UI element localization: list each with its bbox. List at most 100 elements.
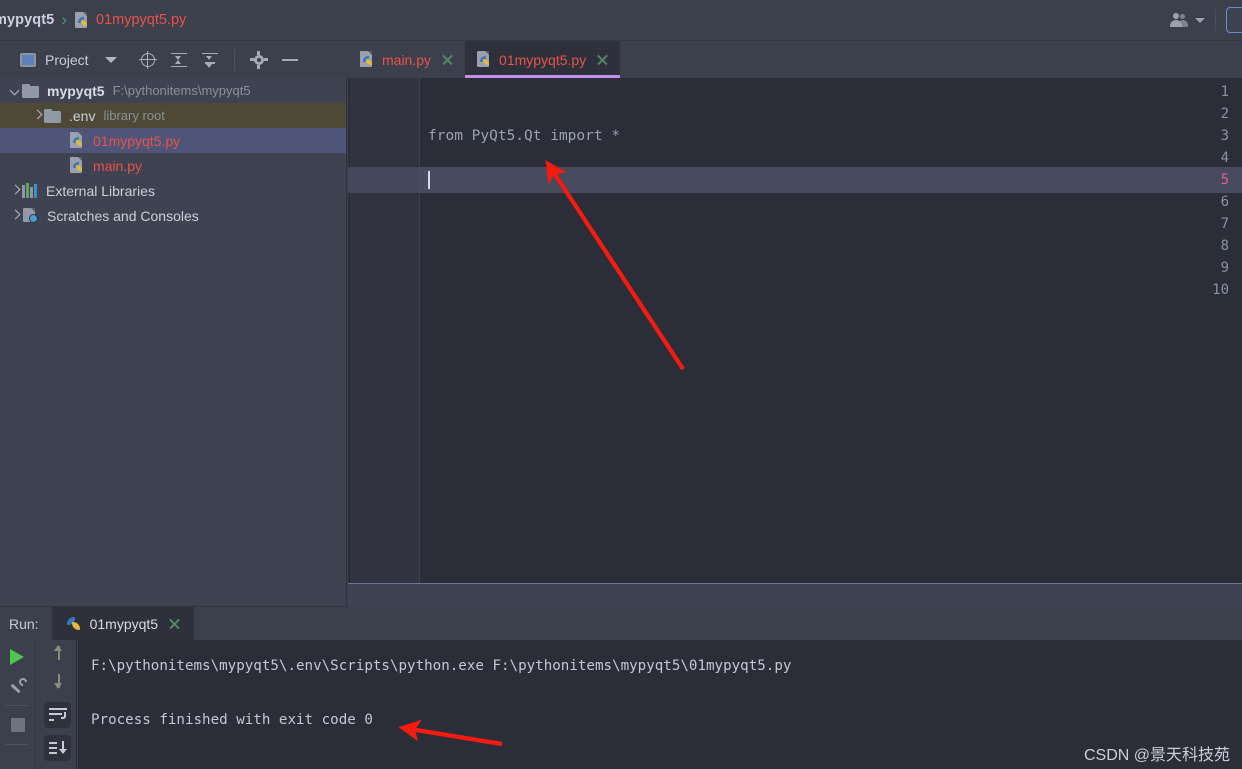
wrench-icon (9, 676, 29, 696)
minus-icon[interactable] (281, 51, 299, 69)
run-tab[interactable]: 01mypyqt5 (51, 607, 195, 640)
run-panel: Run: 01mypyqt5 F:\pythonitems\mypyqt5\.e… (0, 607, 1242, 769)
line-number: 6 (1220, 194, 1229, 210)
breadcrumb-item-file[interactable]: 01mypyqt5.py (75, 0, 186, 40)
run-tab-label: 01mypyqt5 (89, 615, 159, 632)
divider (5, 705, 29, 706)
crosshair-locate-icon[interactable] (138, 50, 157, 69)
divider (5, 744, 29, 745)
tree-item-label: .env (69, 107, 96, 124)
project-window-icon (20, 52, 36, 67)
project-tree[interactable]: mypyqt5 F:\pythonitems\mypyqt5 .env library… (0, 78, 347, 606)
rerun-button[interactable] (3, 644, 33, 670)
divider (1215, 9, 1216, 31)
console-line: F:\pythonitems\mypyqt5\.env\Scripts\pyth… (91, 658, 792, 674)
tree-item-scratches-and-consoles[interactable]: Scratches and Consoles (0, 203, 346, 228)
code-line[interactable]: from PyQt5.Qt import * (428, 125, 620, 147)
close-icon[interactable] (168, 617, 181, 630)
python-file-icon (70, 157, 85, 174)
close-icon[interactable] (441, 53, 454, 66)
pycharm-window: mypyqt5 › 01mypyqt5.py Project mypyqt5 F… (0, 0, 1242, 769)
chevron-down-icon[interactable] (104, 56, 117, 63)
breadcrumb-item-project[interactable]: mypyqt5 (0, 0, 54, 40)
scroll-to-end-icon (49, 741, 67, 755)
tree-item-sublabel: F:\pythonitems\mypyqt5 (112, 83, 251, 98)
python-file-icon (75, 11, 90, 29)
current-line-gutter-highlight (348, 167, 420, 193)
line-number: 10 (1212, 282, 1229, 298)
stop-button[interactable] (3, 712, 33, 738)
tree-item-label: mypyqt5 (47, 82, 105, 99)
python-file-icon (360, 51, 375, 68)
arrow-up-icon (50, 644, 68, 662)
gear-icon[interactable] (249, 50, 268, 69)
run-actions-toolbar (0, 640, 36, 769)
run-console-output[interactable]: F:\pythonitems\mypyqt5\.env\Scripts\pyth… (78, 640, 1242, 769)
libraries-icon (22, 183, 38, 198)
project-panel-toolbar (138, 48, 299, 71)
expand-all-icon[interactable] (170, 51, 188, 69)
edit-configuration-button[interactable] (3, 674, 33, 700)
line-number: 8 (1220, 238, 1229, 254)
breadcrumb-right-controls (1170, 0, 1242, 40)
tree-item-label: 01mypyqt5.py (93, 132, 181, 149)
scratches-icon (22, 207, 39, 224)
tree-arrow-placeholder (56, 159, 70, 173)
folder-icon (44, 108, 61, 123)
python-file-icon (70, 132, 85, 149)
editor-gutter[interactable] (348, 78, 420, 583)
tree-item-label: Scratches and Consoles (47, 207, 199, 224)
line-number: 4 (1220, 150, 1229, 166)
tree-item-main-py[interactable]: main.py (0, 153, 346, 178)
divider (233, 48, 235, 71)
code-editor[interactable]: 1 2 3 4 5 6 7 8 9 10 from PyQt5.Qt import * (348, 78, 1242, 583)
arrow-down-icon (50, 672, 68, 690)
project-panel-title: Project (45, 51, 89, 68)
tree-item-env[interactable]: .env library root (0, 103, 346, 128)
tree-item-label: External Libraries (46, 182, 155, 199)
collapse-all-icon[interactable] (201, 51, 219, 69)
chevron-right-icon[interactable] (30, 109, 44, 123)
project-panel-title-group[interactable]: Project (0, 52, 117, 68)
line-number: 2 (1220, 106, 1229, 122)
tree-item-01mypyqt5-py[interactable]: 01mypyqt5.py (0, 128, 346, 153)
play-icon (10, 649, 24, 665)
line-number: 1 (1220, 84, 1229, 100)
tree-item-sublabel: library root (103, 108, 165, 123)
current-line-highlight (348, 167, 1242, 193)
tree-item-mypyqt5[interactable]: mypyqt5 F:\pythonitems\mypyqt5 (0, 78, 346, 103)
chevron-down-icon[interactable] (1195, 17, 1205, 23)
editor-tab-01mypyqt5-py[interactable]: 01mypyqt5.py (465, 41, 621, 78)
previous-occurrence-button[interactable] (40, 644, 70, 670)
focused-toolbar-button[interactable] (1226, 7, 1242, 33)
text-caret (428, 171, 430, 189)
editor-tab-strip: main.py 01mypyqt5.py (348, 41, 1242, 79)
editor-tab-main-py[interactable]: main.py (348, 41, 465, 78)
breadcrumb: mypyqt5 › 01mypyqt5.py (0, 0, 1242, 41)
chevron-right-icon[interactable] (8, 209, 22, 223)
tree-item-external-libraries[interactable]: External Libraries (0, 178, 346, 203)
next-occurrence-button[interactable] (40, 672, 70, 698)
stop-icon (11, 718, 25, 732)
watermark: CSDN @景天科技苑 (1083, 747, 1230, 764)
people-icon[interactable] (1170, 13, 1190, 27)
close-icon[interactable] (596, 53, 609, 66)
tree-arrow-placeholder (56, 134, 70, 148)
console-actions-toolbar (37, 640, 77, 769)
scroll-to-end-toggle[interactable] (44, 735, 71, 761)
chevron-down-icon[interactable] (8, 84, 22, 98)
breadcrumb-separator: › (61, 10, 68, 29)
soft-wrap-toggle[interactable] (44, 702, 71, 728)
soft-wrap-icon (49, 708, 67, 722)
line-number: 3 (1220, 128, 1229, 144)
editor-tab-label: main.py (382, 51, 432, 68)
run-panel-label: Run: (9, 615, 39, 632)
breadcrumb-project-label: mypyqt5 (0, 12, 55, 28)
tree-item-label: main.py (93, 157, 143, 174)
chevron-right-icon[interactable] (8, 184, 22, 198)
python-icon (66, 616, 82, 632)
line-number: 5 (1220, 172, 1229, 188)
gutter-edge (348, 78, 350, 583)
editor-horizontal-scrollbar-area[interactable] (348, 583, 1242, 607)
project-panel-header: Project (0, 41, 347, 79)
